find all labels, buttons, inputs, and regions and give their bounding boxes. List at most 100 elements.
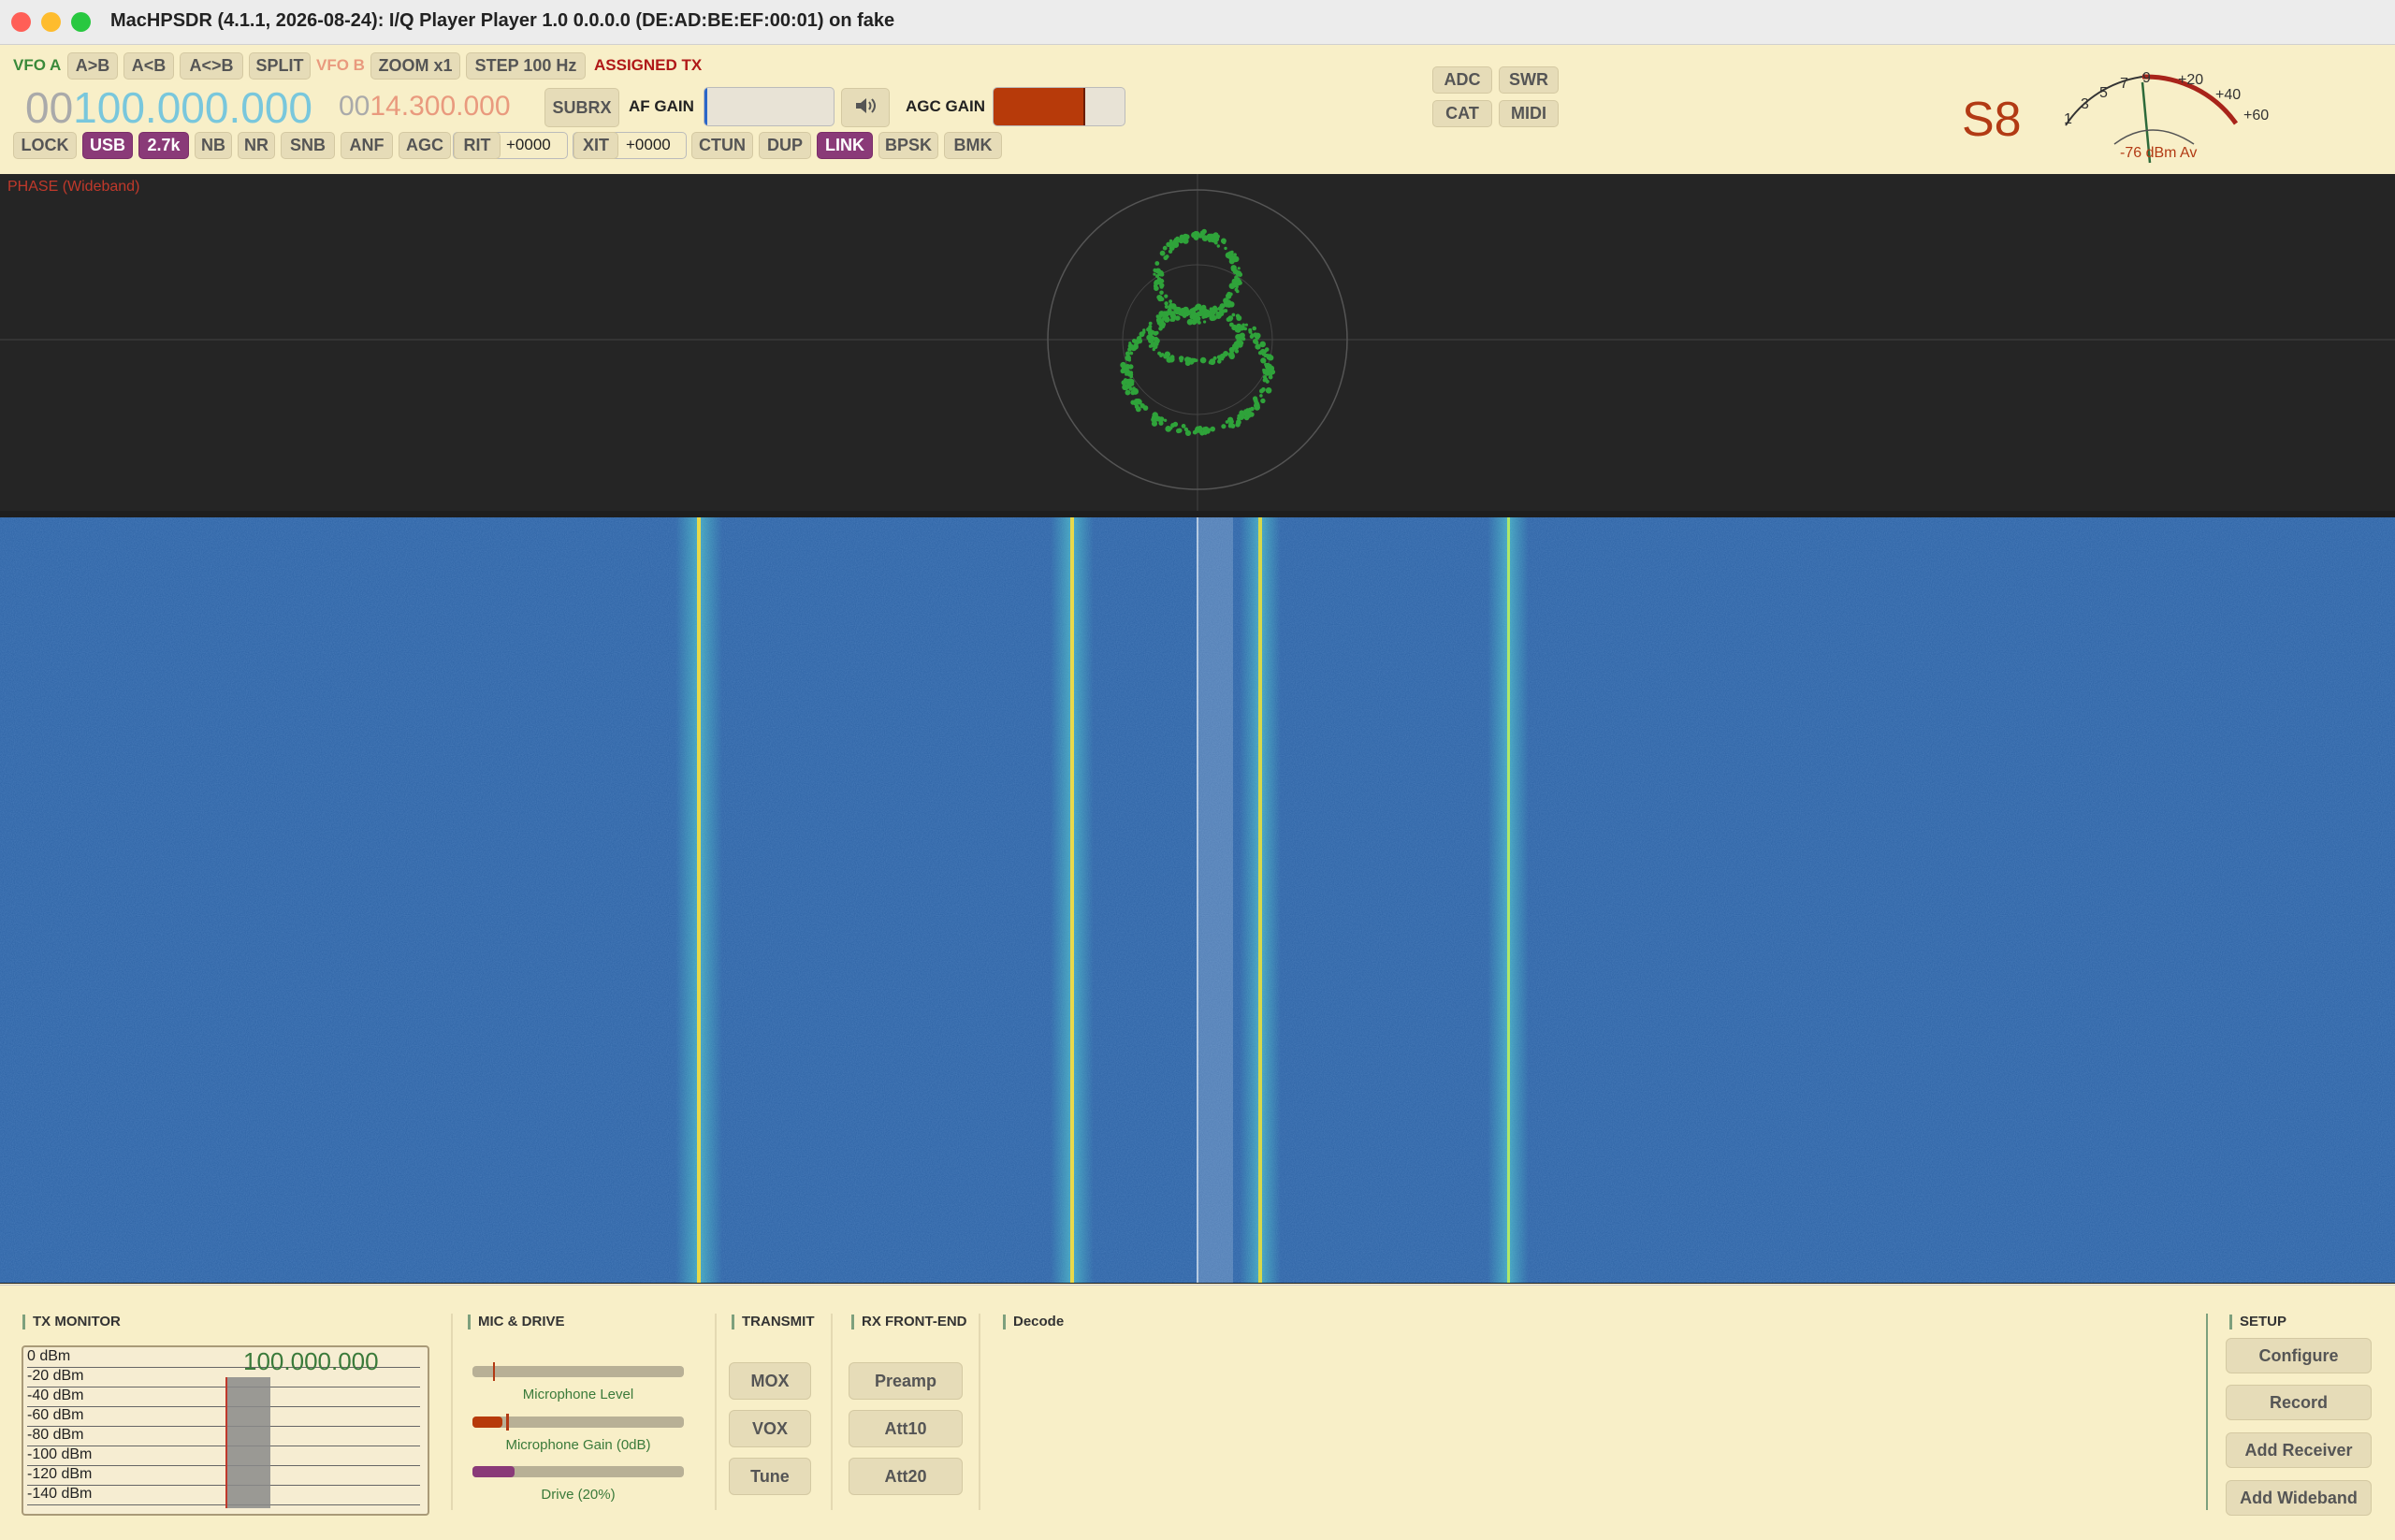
agc-gain-slider[interactable] (993, 87, 1125, 126)
s-meter-scale-label: 7 (2120, 76, 2128, 92)
af-gain-slider[interactable] (704, 87, 835, 126)
cat-button[interactable]: CAT (1432, 100, 1492, 127)
vox-button[interactable]: VOX (729, 1410, 811, 1447)
microphone-gain-slider[interactable] (472, 1414, 684, 1431)
midi-button[interactable]: MIDI (1499, 100, 1559, 127)
tx-monitor-title: TX MONITOR (22, 1315, 121, 1329)
subrx-button[interactable]: SUBRX (544, 88, 619, 127)
tx-monitor-row: -140 dBm (27, 1485, 420, 1505)
mode-usb-button[interactable]: USB (82, 132, 133, 159)
passband-marker (1198, 517, 1233, 1283)
b-to-a-button[interactable]: A<B (123, 52, 174, 80)
title-bar: MacHPSDR (4.1.1, 2026-08-24): I/Q Player… (0, 0, 2395, 45)
section-divider (831, 1314, 833, 1510)
a-to-b-button[interactable]: A>B (67, 52, 118, 80)
xit-button[interactable]: XIT (573, 132, 618, 159)
agc-gain-label: AGC GAIN (906, 97, 985, 115)
link-button[interactable]: LINK (817, 132, 873, 159)
af-gain-fill (704, 88, 707, 125)
s-meter-scale-label: 9 (2142, 70, 2151, 86)
section-divider (715, 1314, 717, 1510)
microphone-gain-handle[interactable] (506, 1414, 509, 1431)
configure-button[interactable]: Configure (2226, 1338, 2372, 1373)
vfo-a-frequency[interactable]: 00100.000.000 (25, 82, 312, 133)
rit-value: +0000 (506, 136, 551, 153)
anf-button[interactable]: ANF (341, 132, 393, 159)
af-gain-label: AF GAIN (629, 97, 694, 115)
ctun-button[interactable]: CTUN (691, 132, 753, 159)
step-button[interactable]: STEP 100 Hz (466, 52, 586, 80)
microphone-level-meter (472, 1362, 684, 1381)
bpsk-button[interactable]: BPSK (878, 132, 938, 159)
control-panel: TX MONITOR 0 dBm -20 dBm -40 dBm -60 dBm -80… (0, 1285, 2395, 1540)
swr-button[interactable]: SWR (1499, 66, 1559, 94)
tx-monitor-row: -80 dBm (27, 1426, 420, 1446)
nb-button[interactable]: NB (195, 132, 232, 159)
s-meter-scale-label: 1 (2064, 111, 2072, 127)
waterfall[interactable] (0, 517, 2395, 1283)
microphone-level-label: Microphone Level (522, 1387, 634, 1402)
swap-vfo-button[interactable]: A<>B (180, 52, 243, 80)
microphone-gain-fill (472, 1417, 502, 1428)
signal-trace (1070, 517, 1074, 1283)
signal-trace (1258, 517, 1262, 1283)
signal-trace (1507, 517, 1510, 1283)
tx-monitor-row: -120 dBm (27, 1465, 420, 1486)
s-meter-average: -76 dBm Av (2120, 145, 2197, 161)
preamp-button[interactable]: Preamp (849, 1362, 963, 1400)
bmk-button[interactable]: BMK (944, 132, 1002, 159)
vfo-a-label: VFO A (13, 56, 62, 74)
signal-trace (697, 517, 701, 1283)
section-divider (2206, 1314, 2208, 1510)
rit-button[interactable]: RIT (454, 132, 501, 159)
tx-monitor-row: -40 dBm (27, 1387, 420, 1407)
tune-button[interactable]: Tune (729, 1458, 811, 1495)
adc-button[interactable]: ADC (1432, 66, 1492, 94)
att20-button[interactable]: Att20 (849, 1458, 963, 1495)
snb-button[interactable]: SNB (281, 132, 335, 159)
tx-monitor-row: -60 dBm (27, 1406, 420, 1427)
mute-button[interactable] (841, 88, 890, 127)
s-meter-scale-label: 5 (2099, 85, 2108, 101)
xit-control[interactable]: XIT +0000 (573, 132, 687, 159)
tx-monitor: 0 dBm -20 dBm -40 dBm -60 dBm -80 dBm -100 dB… (22, 1345, 429, 1516)
speaker-icon (853, 95, 878, 121)
section-divider (451, 1314, 453, 1510)
rx-frontend-title: RX FRONT-END (851, 1315, 967, 1329)
split-button[interactable]: SPLIT (249, 52, 311, 80)
drive-label: Drive (20%) (541, 1487, 616, 1503)
s-meter-scale-label: 3 (2081, 96, 2089, 112)
record-button[interactable]: Record (2226, 1385, 2372, 1420)
vfo-b-frequency[interactable]: 0014.300.000 (339, 91, 511, 123)
drive-fill (472, 1466, 515, 1477)
agc-gain-fill (994, 88, 1085, 125)
vfo-a-frequency-prefix: 00 (25, 83, 74, 132)
filter-button[interactable]: 2.7k (138, 132, 189, 159)
drive-slider[interactable] (472, 1466, 684, 1477)
nr-button[interactable]: NR (238, 132, 275, 159)
tx-monitor-frequency: 100.000.000 (243, 1347, 379, 1375)
mic-drive-title: MIC & DRIVE (468, 1315, 565, 1329)
app-window: MacHPSDR (4.1.1, 2026-08-24): I/Q Player… (0, 0, 2395, 1540)
add-receiver-button[interactable]: Add Receiver (2226, 1432, 2372, 1468)
close-window-button[interactable] (11, 12, 31, 32)
zoom-button[interactable]: ZOOM x1 (370, 52, 460, 80)
s-meter-reading: S8 (1962, 93, 2022, 147)
zoom-window-button[interactable] (71, 12, 91, 32)
minimize-window-button[interactable] (41, 12, 61, 32)
tx-monitor-row: -100 dBm (27, 1446, 420, 1466)
agc-button[interactable]: AGC (399, 132, 451, 159)
window-title: MacHPSDR (4.1.1, 2026-08-24): I/Q Player… (110, 10, 895, 31)
phase-scope[interactable]: PHASE (Wideband) (0, 174, 2395, 511)
rit-control[interactable]: RIT +0000 (453, 132, 568, 159)
s-meter: 1 3 5 7 9 +20 +40 +60 -76 dBm Av (2064, 70, 2269, 164)
mox-button[interactable]: MOX (729, 1362, 811, 1400)
setup-title: SETUP (2229, 1315, 2286, 1329)
att10-button[interactable]: Att10 (849, 1410, 963, 1447)
microphone-gain-label: Microphone Gain (0dB) (505, 1437, 651, 1453)
dup-button[interactable]: DUP (759, 132, 811, 159)
add-wideband-button[interactable]: Add Wideband (2226, 1480, 2372, 1516)
assigned-tx-label: ASSIGNED TX (594, 56, 703, 74)
lock-button[interactable]: LOCK (13, 132, 77, 159)
vfo-b-label: VFO B (316, 56, 365, 74)
